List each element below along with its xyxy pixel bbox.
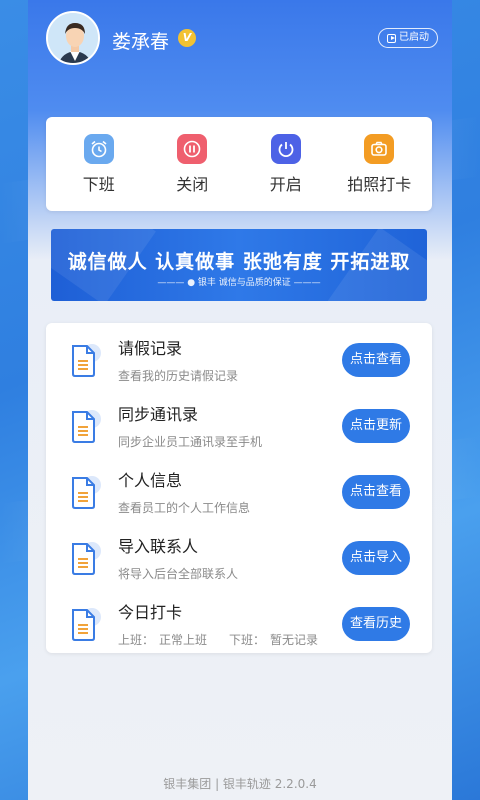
- status-label: 已启动: [399, 32, 429, 43]
- view-info-button[interactable]: 点击查看: [342, 475, 410, 509]
- close-button[interactable]: 关闭: [147, 133, 237, 195]
- function-list: 请假记录 查看我的历史请假记录 点击查看 同步通讯录 同步企业员工通讯录至手机 …: [46, 323, 432, 653]
- list-item-personal-info: 个人信息 查看员工的个人工作信息 点击查看: [46, 459, 432, 523]
- item-description: 查看我的历史请假记录: [118, 369, 239, 383]
- item-title: 同步通讯录: [118, 405, 199, 424]
- import-contacts-button[interactable]: 点击导入: [342, 541, 410, 575]
- action-label: 关闭: [176, 174, 209, 194]
- list-item-import-contacts: 导入联系人 将导入后台全部联系人 点击导入: [46, 525, 432, 589]
- off-duty-label: 下班：: [229, 633, 266, 647]
- quick-actions: 下班 关闭 开启 拍照打卡: [46, 117, 432, 211]
- play-icon: [387, 33, 396, 43]
- username: 娄承春: [112, 31, 170, 53]
- action-label: 开启: [269, 174, 302, 194]
- vip-badge-icon: V: [178, 29, 196, 47]
- alarm-clock-icon: [83, 133, 114, 164]
- list-item-leave-records: 请假记录 查看我的历史请假记录 点击查看: [46, 327, 432, 391]
- checkin-status: 上班： 正常上班 下班： 暂无记录: [118, 631, 318, 648]
- on-duty-value: 正常上班: [159, 633, 208, 647]
- app-screen: 娄承春 V 已启动 下班 关闭 开启 拍照打卡 诚信做人 认真做事 张弛有度 开…: [28, 0, 452, 800]
- power-icon: [270, 133, 301, 164]
- status-button[interactable]: 已启动: [378, 28, 438, 48]
- footer-version: 银丰集团 | 银丰轨迹 2.2.0.4: [163, 777, 317, 791]
- action-label: 下班: [82, 174, 115, 194]
- document-icon: [72, 542, 101, 575]
- off-duty-button[interactable]: 下班: [54, 133, 144, 195]
- item-description: 查看员工的个人工作信息: [118, 501, 251, 515]
- camera-icon: [364, 133, 395, 164]
- document-icon: [72, 608, 101, 641]
- view-history-button[interactable]: 查看历史: [342, 607, 410, 641]
- list-item-today-checkin: 今日打卡 上班： 正常上班 下班： 暂无记录 查看历史: [46, 591, 432, 655]
- action-label: 拍照打卡: [347, 174, 412, 194]
- pause-icon: [177, 133, 208, 164]
- banner-subtitle: ——— ● 银丰 诚信与品质的保证 ———: [157, 278, 321, 288]
- photo-checkin-button[interactable]: 拍照打卡: [334, 133, 424, 195]
- item-description: 将导入后台全部联系人: [118, 567, 239, 581]
- user-header: 娄承春 V 已启动: [46, 11, 438, 67]
- slogan-banner[interactable]: 诚信做人 认真做事 张弛有度 开拓进取 ——— ● 银丰 诚信与品质的保证 ——…: [51, 229, 427, 301]
- document-icon: [72, 344, 101, 377]
- update-contacts-button[interactable]: 点击更新: [342, 409, 410, 443]
- view-leave-button[interactable]: 点击查看: [342, 343, 410, 377]
- list-item-sync-contacts: 同步通讯录 同步企业员工通讯录至手机 点击更新: [46, 393, 432, 457]
- off-duty-value: 暂无记录: [270, 633, 319, 647]
- document-icon: [72, 476, 101, 509]
- avatar[interactable]: [46, 11, 100, 65]
- item-title: 导入联系人: [118, 537, 199, 556]
- item-title: 个人信息: [118, 471, 183, 490]
- item-title: 今日打卡: [118, 603, 183, 622]
- item-description: 同步企业员工通讯录至手机: [118, 435, 263, 449]
- banner-slogan: 诚信做人 认真做事 张弛有度 开拓进取: [67, 251, 411, 273]
- on-duty-label: 上班：: [118, 633, 155, 647]
- item-title: 请假记录: [118, 339, 183, 358]
- open-button[interactable]: 开启: [241, 133, 331, 195]
- document-icon: [72, 410, 101, 443]
